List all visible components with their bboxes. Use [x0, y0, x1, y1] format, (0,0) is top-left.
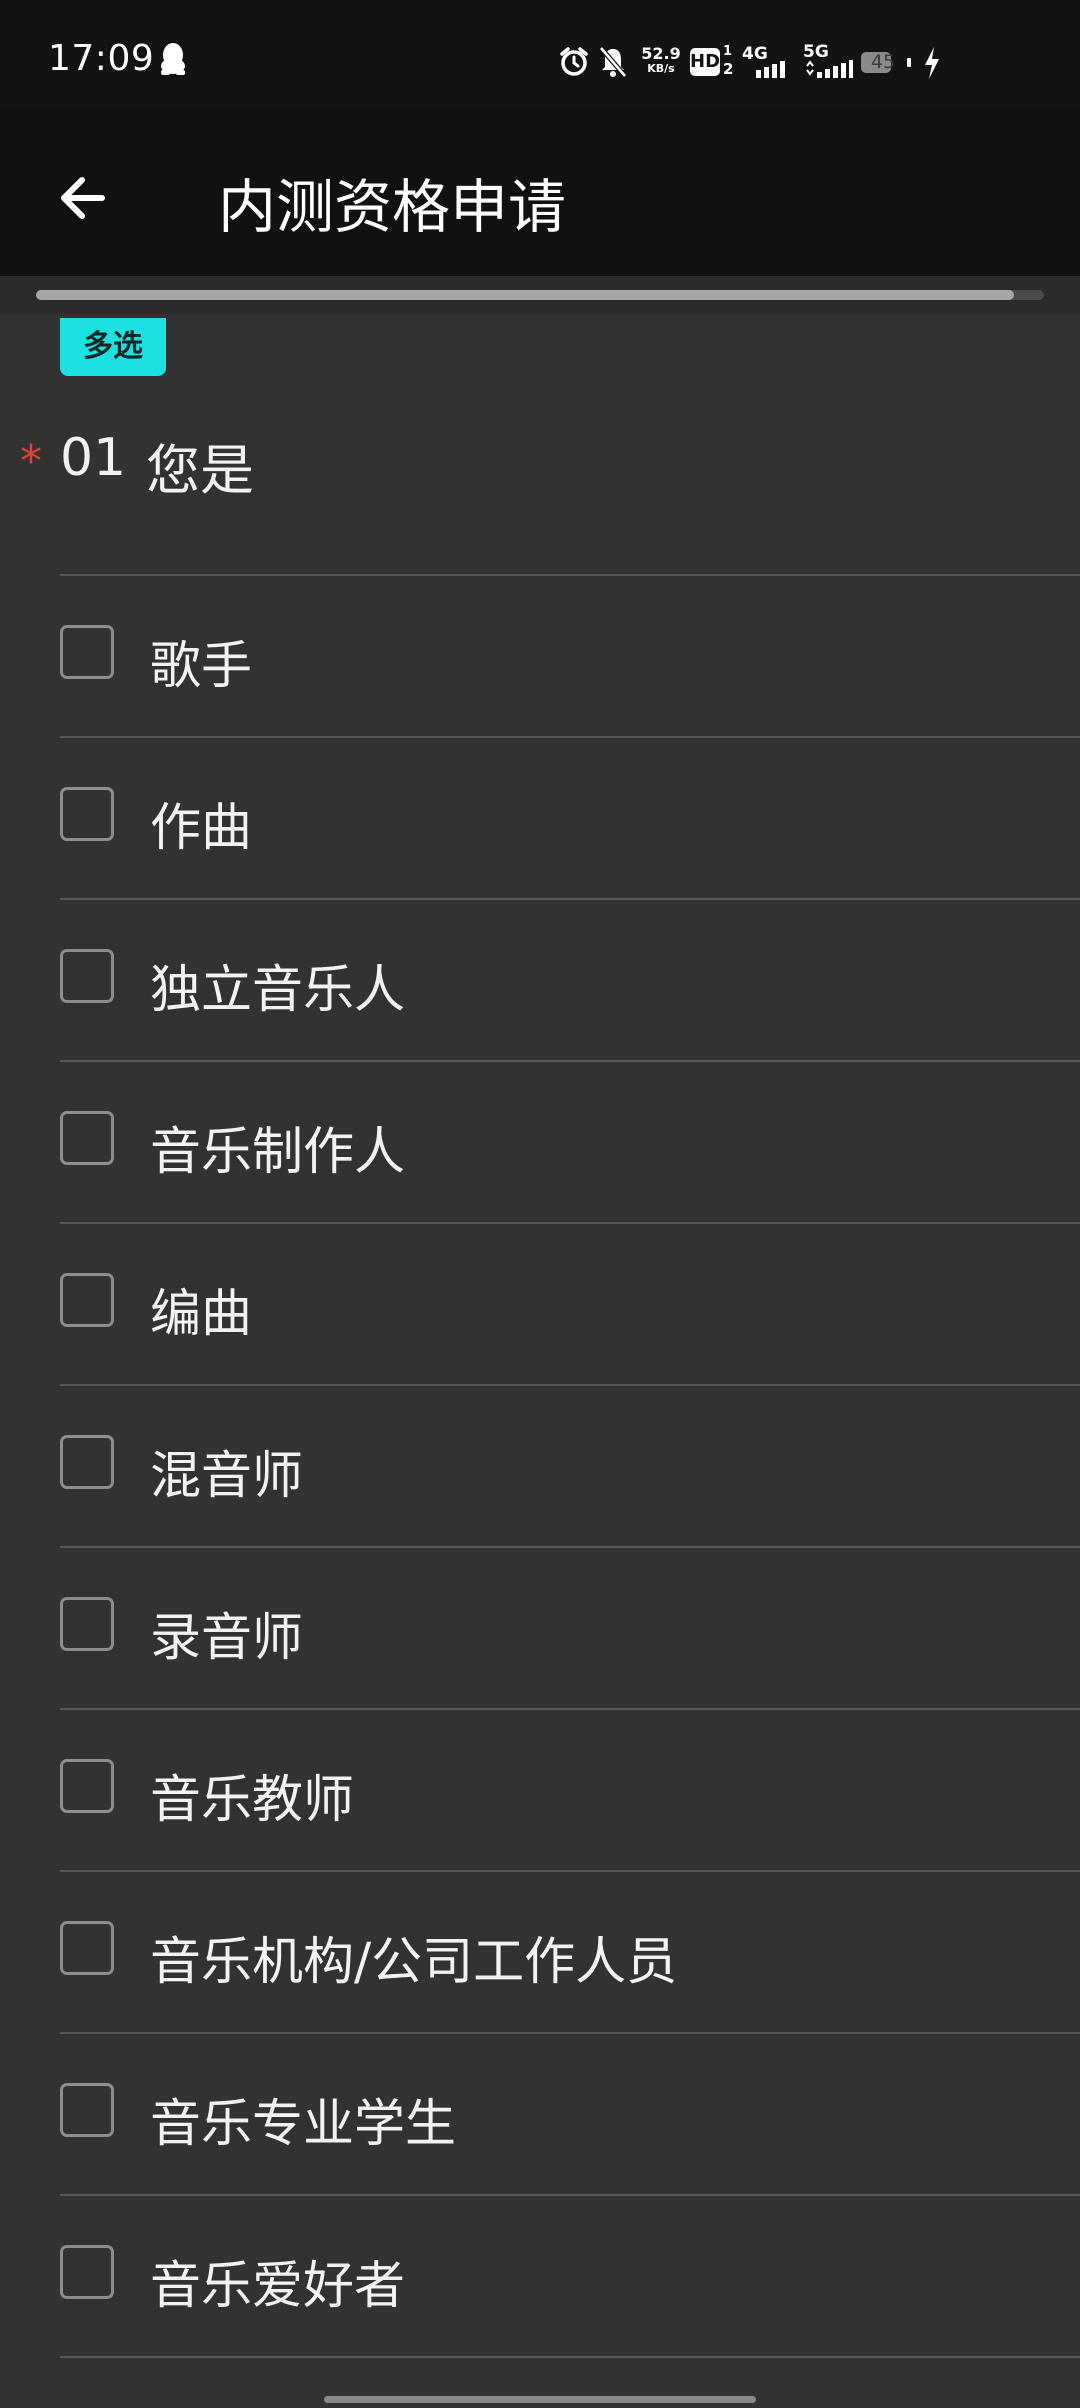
page-title: 内测资格申请	[218, 173, 567, 241]
question-number: 01	[60, 428, 127, 488]
app-bar: 内测资格申请	[0, 108, 1080, 276]
progress-fill	[36, 290, 1014, 300]
checkbox[interactable]	[60, 949, 114, 1003]
signal-icon-2	[806, 60, 853, 78]
alarm-icon	[560, 47, 588, 76]
mute-icon	[599, 46, 627, 78]
option-music-enthusiast[interactable]: 音乐爱好者	[60, 2196, 1080, 2356]
hd-sim-1: 1	[723, 44, 733, 59]
hd-sim-2: 2	[723, 60, 734, 78]
status-icons: 52.9 KB/s HD 1 2 4G 5G 45	[520, 0, 1080, 108]
options-list: 歌手 作曲 独立音乐人 音乐制作人 编曲 混音师 录音师 音乐教师 音乐机构/公…	[60, 574, 1080, 2358]
checkbox[interactable]	[60, 1597, 114, 1651]
option-label: 音乐爱好者	[150, 2257, 406, 2316]
progress-track	[36, 290, 1044, 300]
checkbox[interactable]	[60, 1111, 114, 1165]
progress-bar	[0, 276, 1080, 314]
hd-icon: HD 1 2	[690, 44, 734, 78]
checkbox[interactable]	[60, 1921, 114, 1975]
net-speed-unit: KB/s	[647, 62, 675, 75]
option-label: 独立音乐人	[150, 961, 406, 1020]
net-speed: 52.9 KB/s	[641, 46, 681, 76]
option-label: 音乐机构/公司工作人员	[150, 1933, 678, 1992]
option-label: 编曲	[150, 1285, 253, 1344]
charging-icon	[925, 47, 939, 79]
status-time: 17:09	[48, 38, 155, 79]
checkbox[interactable]	[60, 787, 114, 841]
option-music-producer[interactable]: 音乐制作人	[60, 1062, 1080, 1222]
checkbox[interactable]	[60, 625, 114, 679]
qq-icon	[161, 43, 185, 75]
home-indicator[interactable]	[324, 2396, 756, 2403]
arrow-left-icon[interactable]	[44, 158, 124, 238]
hd-label: HD	[690, 48, 720, 76]
checkbox[interactable]	[60, 1435, 114, 1489]
checkbox[interactable]	[60, 2083, 114, 2137]
option-label: 录音师	[150, 1609, 304, 1668]
checkbox[interactable]	[60, 2245, 114, 2299]
signal-icon	[756, 61, 785, 78]
option-label: 音乐专业学生	[150, 2095, 457, 2154]
option-composer[interactable]: 作曲	[60, 738, 1080, 898]
option-recording-engineer[interactable]: 录音师	[60, 1548, 1080, 1708]
option-label: 混音师	[150, 1447, 304, 1506]
battery-cap	[907, 58, 911, 67]
checkbox[interactable]	[60, 1273, 114, 1327]
option-independent-musician[interactable]: 独立音乐人	[60, 900, 1080, 1060]
option-label: 音乐教师	[150, 1771, 355, 1830]
required-mark: *	[20, 436, 42, 487]
status-bar: 17:09 52.9 KB/s HD 1 2 4G 5G 45	[0, 0, 1080, 108]
question-text: 您是	[146, 439, 254, 502]
option-label: 作曲	[150, 799, 253, 858]
checkbox[interactable]	[60, 1759, 114, 1813]
option-label: 歌手	[150, 637, 253, 696]
option-music-student[interactable]: 音乐专业学生	[60, 2034, 1080, 2194]
divider	[60, 2356, 1080, 2358]
option-arranger[interactable]: 编曲	[60, 1224, 1080, 1384]
option-singer[interactable]: 歌手	[60, 576, 1080, 736]
option-music-teacher[interactable]: 音乐教师	[60, 1710, 1080, 1870]
battery-icon: 45	[859, 50, 911, 75]
option-mixing-engineer[interactable]: 混音师	[60, 1386, 1080, 1546]
question-type-badge: 多选	[60, 318, 166, 376]
option-label: 音乐制作人	[150, 1123, 406, 1182]
net-speed-value: 52.9	[641, 44, 681, 63]
battery-level-text: 45	[870, 51, 896, 73]
option-music-company-staff[interactable]: 音乐机构/公司工作人员	[60, 1872, 1080, 2032]
